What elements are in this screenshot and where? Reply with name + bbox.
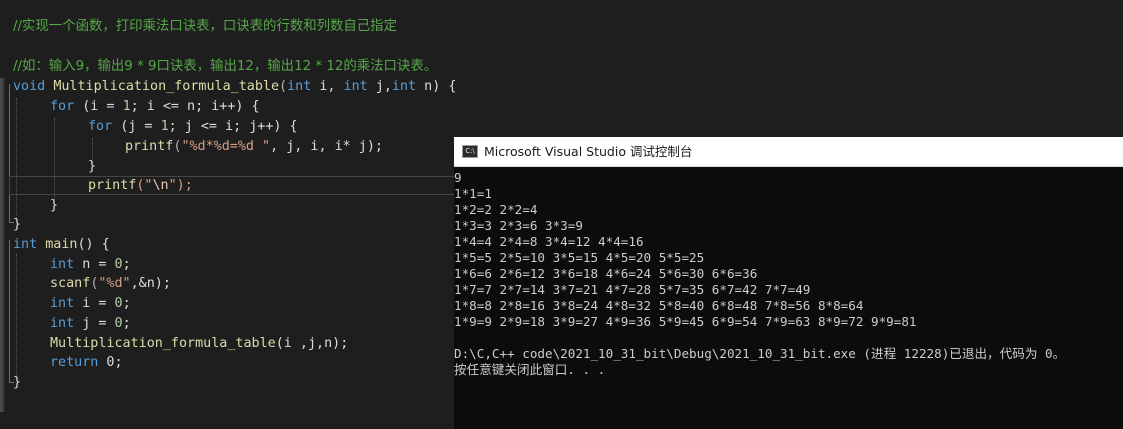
code-line-printf-newline[interactable]: printf("\n"); bbox=[88, 176, 193, 195]
console-line: 1*3=3 2*3=6 3*3=9 bbox=[454, 218, 583, 233]
change-margin bbox=[0, 78, 5, 412]
indent-guide bbox=[16, 98, 17, 218]
code-line-close-brace[interactable]: } bbox=[13, 373, 21, 392]
indent-guide bbox=[16, 254, 17, 378]
fold-outline-function bbox=[9, 84, 10, 222]
code-line-main-signature[interactable]: int main() { bbox=[13, 235, 110, 254]
console-line: 1*4=4 2*4=8 3*4=12 4*4=16 bbox=[454, 234, 644, 249]
debug-console-window[interactable]: C:\ Microsoft Visual Studio 调试控制台 9 1*1=… bbox=[454, 137, 1123, 429]
console-press-key-message: 按任意键关闭此窗口. . . bbox=[454, 362, 606, 377]
code-line-scanf[interactable]: scanf("%d",&n); bbox=[50, 274, 171, 293]
code-line-function-call[interactable]: Multiplication_formula_table(i ,j,n); bbox=[50, 334, 348, 353]
code-line-func-signature[interactable]: void Multiplication_formula_table(int i,… bbox=[13, 77, 456, 96]
code-line-for-j[interactable]: for (j = 1; j <= i; j++) { bbox=[88, 117, 298, 136]
code-line-for-i[interactable]: for (i = 1; i <= n; i++) { bbox=[50, 97, 260, 116]
console-line: 1*1=1 bbox=[454, 186, 492, 201]
console-line: 1*7=7 2*7=14 3*7=21 4*7=28 5*7=35 6*7=42… bbox=[454, 282, 811, 297]
console-titlebar[interactable]: C:\ Microsoft Visual Studio 调试控制台 bbox=[454, 137, 1123, 167]
code-line-printf-product[interactable]: printf("%d*%d=%d ", j, i, i* j); bbox=[125, 137, 383, 156]
code-line-comment-1[interactable]: //实现一个函数，打印乘法口诀表，口诀表的行数和列数自己指定 bbox=[13, 17, 397, 36]
console-line: 1*2=2 2*2=4 bbox=[454, 202, 538, 217]
console-line: 1*6=6 2*6=12 3*6=18 4*6=24 5*6=30 6*6=36 bbox=[454, 266, 758, 281]
code-line-close-brace[interactable]: } bbox=[50, 196, 58, 215]
console-line: 9 bbox=[454, 170, 462, 185]
console-output[interactable]: 9 1*1=1 1*2=2 2*2=4 1*3=3 2*3=6 3*3=9 1*… bbox=[454, 168, 1123, 429]
fold-outline-main bbox=[9, 240, 10, 382]
code-line-decl-n[interactable]: int n = 0; bbox=[50, 255, 131, 274]
console-exit-message: D:\C,C++ code\2021_10_31_bit\Debug\2021_… bbox=[454, 346, 1066, 361]
code-line-comment-2[interactable]: //如：输入9，输出9 * 9口诀表，输出12，输出12 * 12的乘法口诀表。 bbox=[13, 57, 437, 76]
current-line-highlight bbox=[9, 176, 469, 195]
code-line-close-brace[interactable]: } bbox=[88, 157, 96, 176]
console-line: 1*5=5 2*5=10 3*5=15 4*5=20 5*5=25 bbox=[454, 250, 705, 265]
code-line-return[interactable]: return 0; bbox=[50, 353, 123, 372]
code-line-close-brace[interactable]: } bbox=[13, 215, 21, 234]
code-line-decl-j[interactable]: int j = 0; bbox=[50, 314, 131, 333]
console-app-icon: C:\ bbox=[462, 145, 478, 158]
console-line: 1*9=9 2*9=18 3*9=27 4*9=36 5*9=45 6*9=54… bbox=[454, 314, 917, 329]
console-title: Microsoft Visual Studio 调试控制台 bbox=[484, 144, 693, 159]
console-line: 1*8=8 2*8=16 3*8=24 4*8=32 5*8=40 6*8=48… bbox=[454, 298, 864, 313]
code-line-decl-i[interactable]: int i = 0; bbox=[50, 294, 131, 313]
